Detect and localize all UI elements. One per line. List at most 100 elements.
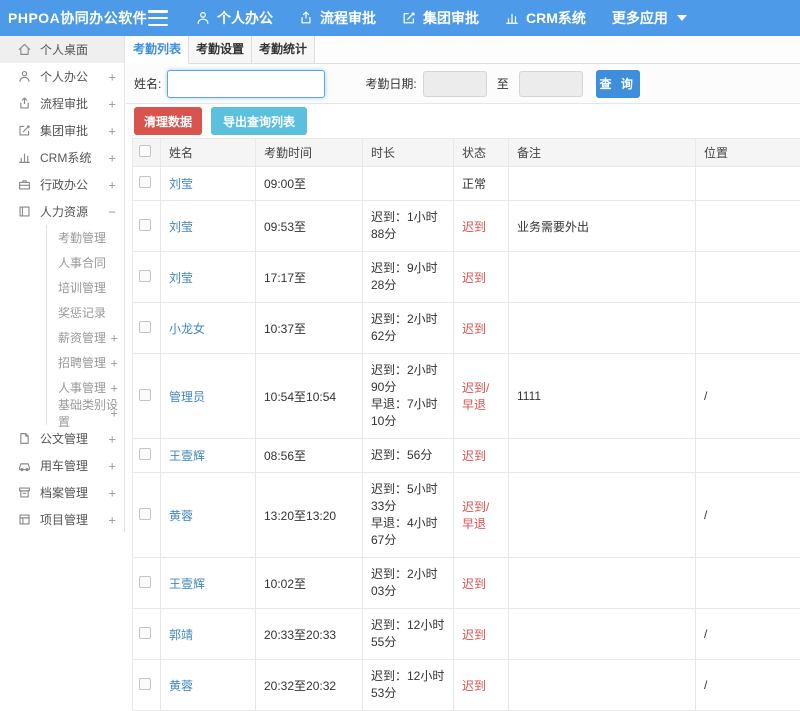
table-row-2: 刘莹09:53至迟到：1小时88分迟到业务需要外出	[133, 201, 800, 252]
location-text	[696, 439, 800, 473]
status-text: 迟到	[462, 271, 486, 285]
sidebar-item-10[interactable]: 培训管理	[46, 275, 124, 300]
expand-toggle-icon[interactable]: +	[110, 380, 118, 395]
expand-toggle-icon[interactable]: +	[110, 330, 118, 345]
clean-data-button[interactable]: 清理数据	[134, 107, 202, 135]
top-nav-item-3[interactable]: 集团审批	[402, 8, 479, 28]
employee-name-link[interactable]: 刘莹	[169, 177, 193, 191]
top-nav-item-2[interactable]: 流程审批	[299, 8, 376, 28]
row-checkbox[interactable]	[139, 678, 151, 690]
employee-name-link[interactable]: 黄蓉	[169, 509, 193, 523]
sidebar-item-17[interactable]: 用车管理+	[0, 452, 124, 479]
expand-toggle-icon[interactable]: −	[108, 204, 116, 219]
chart-icon	[18, 151, 31, 164]
note-text	[509, 473, 696, 558]
date-to-input[interactable]	[519, 71, 583, 97]
sidebar-item-15[interactable]: 基础类别设置+	[46, 400, 124, 425]
employee-name-link[interactable]: 郭靖	[169, 628, 193, 642]
search-button[interactable]: 查 询	[596, 70, 640, 98]
expand-toggle-icon[interactable]: +	[108, 96, 116, 111]
row-checkbox[interactable]	[139, 508, 151, 520]
name-input[interactable]	[167, 70, 325, 98]
menu-icon[interactable]	[148, 10, 168, 26]
table-row-8: 王壹辉10:02至迟到：2小时03分迟到	[133, 558, 800, 609]
location-text	[696, 303, 800, 354]
sidebar-item-label: CRM系统	[40, 149, 91, 166]
sidebar-item-11[interactable]: 奖惩记录	[46, 300, 124, 325]
note-text	[509, 439, 696, 473]
note-text	[509, 303, 696, 354]
table-header-row: 姓名考勤时间时长状态备注位置	[133, 139, 800, 167]
row-checkbox[interactable]	[139, 176, 151, 188]
sidebar-item-9[interactable]: 人事合同	[46, 250, 124, 275]
duration-text: 迟到：2小时03分	[371, 566, 445, 600]
table-row-1: 刘莹09:00至正常	[133, 167, 800, 201]
column-header: 状态	[454, 139, 509, 167]
employee-name-link[interactable]: 管理员	[169, 390, 205, 404]
attendance-table: 姓名考勤时间时长状态备注位置 刘莹09:00至正常刘莹09:53至迟到：1小时8…	[132, 138, 800, 711]
sidebar-item-8[interactable]: 考勤管理	[46, 225, 124, 250]
sidebar-item-2[interactable]: 个人办公+	[0, 63, 124, 90]
status-text: 迟到	[462, 679, 486, 693]
sidebar-item-4[interactable]: 集团审批+	[0, 117, 124, 144]
attendance-time: 13:20至13:20	[256, 473, 363, 558]
sidebar: 个人桌面个人办公+流程审批+集团审批+CRM系统+行政办公+人力资源−考勤管理人…	[0, 36, 125, 532]
expand-toggle-icon[interactable]: +	[108, 431, 116, 446]
row-checkbox[interactable]	[139, 321, 151, 333]
column-header: 备注	[509, 139, 696, 167]
sidebar-item-16[interactable]: 公文管理+	[0, 425, 124, 452]
sidebar-item-7[interactable]: 人力资源−	[0, 198, 124, 225]
row-checkbox[interactable]	[139, 270, 151, 282]
duration-text: 迟到：2小时62分	[371, 311, 445, 345]
sidebar-item-6[interactable]: 行政办公+	[0, 171, 124, 198]
expand-toggle-icon[interactable]: +	[108, 485, 116, 500]
employee-name-link[interactable]: 王壹辉	[169, 577, 205, 591]
row-checkbox[interactable]	[139, 219, 151, 231]
sidebar-item-label: 考勤管理	[58, 229, 106, 246]
sidebar-item-label: 流程审批	[40, 95, 88, 112]
edit-icon	[18, 124, 31, 137]
sidebar-item-18[interactable]: 档案管理+	[0, 479, 124, 506]
column-header: 姓名	[161, 139, 256, 167]
row-checkbox[interactable]	[139, 389, 151, 401]
sidebar-item-12[interactable]: 薪资管理 +	[46, 325, 124, 350]
date-from-input[interactable]	[423, 71, 487, 97]
row-checkbox[interactable]	[139, 627, 151, 639]
action-bar: 清理数据 导出查询列表	[126, 104, 800, 138]
row-checkbox[interactable]	[139, 448, 151, 460]
expand-toggle-icon[interactable]: +	[108, 177, 116, 192]
top-nav-item-1[interactable]: 个人办公	[196, 8, 273, 28]
sidebar-item-19[interactable]: 项目管理+	[0, 506, 124, 532]
employee-name-link[interactable]: 刘莹	[169, 220, 193, 234]
expand-toggle-icon[interactable]: +	[108, 69, 116, 84]
employee-name-link[interactable]: 小龙女	[169, 322, 205, 336]
table-row-9: 郭靖20:33至20:33迟到：12小时55分迟到/	[133, 609, 800, 660]
top-nav-item-5[interactable]: 更多应用	[612, 8, 687, 28]
employee-name-link[interactable]: 刘莹	[169, 271, 193, 285]
sidebar-item-13[interactable]: 招聘管理+	[46, 350, 124, 375]
edit-icon	[402, 11, 416, 25]
attendance-time: 10:02至	[256, 558, 363, 609]
sidebar-item-3[interactable]: 流程审批 +	[0, 90, 124, 117]
expand-toggle-icon[interactable]: +	[108, 458, 116, 473]
sidebar-item-5[interactable]: CRM系统 +	[0, 144, 124, 171]
expand-toggle-icon[interactable]: +	[108, 512, 116, 527]
expand-toggle-icon[interactable]: +	[108, 150, 116, 165]
app-logo[interactable]: PHPOA协同办公软件	[0, 8, 148, 28]
sidebar-item-label: 薪资管理	[58, 329, 106, 346]
export-list-button[interactable]: 导出查询列表	[211, 107, 307, 135]
tab-3[interactable]: 考勤统计	[252, 36, 315, 63]
tab-2[interactable]: 考勤设置	[189, 36, 252, 63]
top-nav-item-4[interactable]: CRM系统	[505, 8, 586, 28]
sidebar-item-1[interactable]: 个人桌面	[0, 36, 124, 63]
tab-1[interactable]: 考勤列表	[126, 36, 189, 64]
expand-toggle-icon[interactable]: +	[110, 405, 118, 420]
row-checkbox[interactable]	[139, 576, 151, 588]
attendance-time: 20:33至20:33	[256, 609, 363, 660]
expand-toggle-icon[interactable]: +	[110, 355, 118, 370]
expand-toggle-icon[interactable]: +	[108, 123, 116, 138]
employee-name-link[interactable]: 王壹辉	[169, 449, 205, 463]
duration-text: 迟到：9小时28分	[371, 260, 445, 294]
employee-name-link[interactable]: 黄蓉	[169, 679, 193, 693]
select-all-checkbox[interactable]	[139, 145, 151, 157]
